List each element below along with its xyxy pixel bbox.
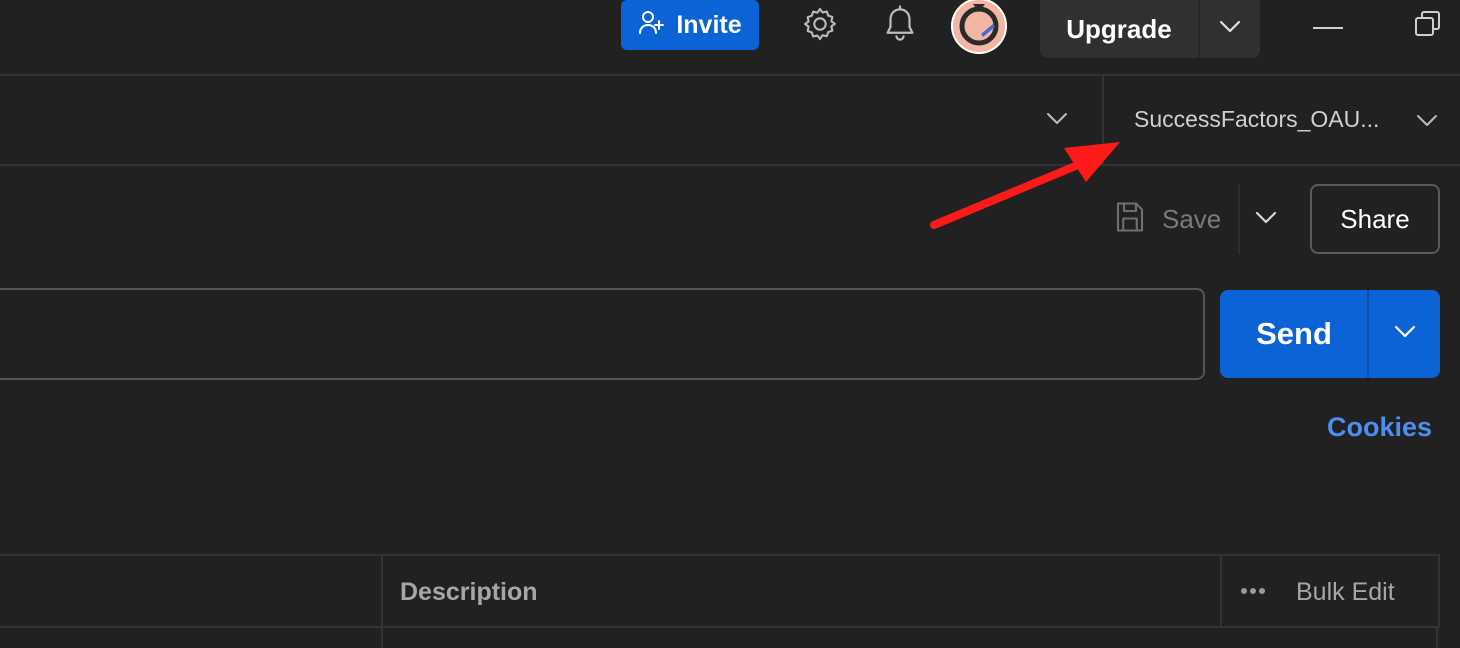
tabs-overflow-button[interactable] (1040, 106, 1074, 136)
bulk-edit-label: Bulk Edit (1296, 577, 1395, 606)
minimize-window-button[interactable] (1306, 4, 1350, 48)
send-divider (1367, 290, 1369, 378)
environment-selector-label: SuccessFactors_OAU... (1134, 106, 1380, 132)
notifications-button[interactable] (878, 4, 922, 48)
minimize-icon (1313, 17, 1343, 35)
save-options-button[interactable] (1246, 200, 1286, 240)
environment-selector[interactable]: SuccessFactors_OAU... (1104, 76, 1460, 164)
description-column-header: Description (400, 578, 538, 606)
chevron-down-icon (1394, 325, 1416, 344)
params-table-header: Description Bulk Edit (0, 554, 1440, 648)
restore-window-button[interactable] (1406, 4, 1450, 48)
bulk-edit-button[interactable]: Bulk Edit (1240, 572, 1395, 612)
save-icon (1112, 199, 1148, 240)
chevron-down-icon (1046, 112, 1068, 131)
settings-button[interactable] (798, 4, 842, 48)
table-edge (1436, 628, 1438, 648)
invite-button[interactable]: Invite (621, 0, 759, 50)
url-input[interactable] (0, 288, 1205, 380)
send-options-button[interactable] (1369, 290, 1440, 378)
save-button[interactable]: Save (1112, 186, 1221, 252)
upgrade-menu-button[interactable] (1200, 0, 1260, 58)
share-button[interactable]: Share (1310, 184, 1440, 254)
save-label: Save (1162, 203, 1222, 234)
column-divider (1220, 556, 1222, 628)
upgrade-group: Upgrade (1040, 0, 1260, 58)
column-divider (381, 628, 383, 648)
chevron-down-icon (1255, 211, 1277, 230)
tab-bar: SuccessFactors_OAU... (0, 76, 1460, 166)
cookies-link[interactable]: Cookies (1327, 412, 1432, 443)
chevron-down-icon (1416, 114, 1438, 133)
save-divider (1238, 184, 1240, 254)
restore-icon (1413, 9, 1443, 44)
avatar[interactable] (951, 0, 1007, 54)
top-bar: Invite Upgrade (0, 0, 1460, 76)
invite-label: Invite (676, 10, 742, 39)
send-button[interactable]: Send (1220, 290, 1368, 378)
upgrade-button[interactable]: Upgrade (1040, 0, 1200, 58)
chevron-down-icon (1219, 20, 1241, 39)
gear-icon (801, 5, 839, 48)
bell-icon (882, 4, 918, 48)
add-user-icon (638, 9, 665, 42)
more-horizontal-icon (1240, 583, 1266, 601)
